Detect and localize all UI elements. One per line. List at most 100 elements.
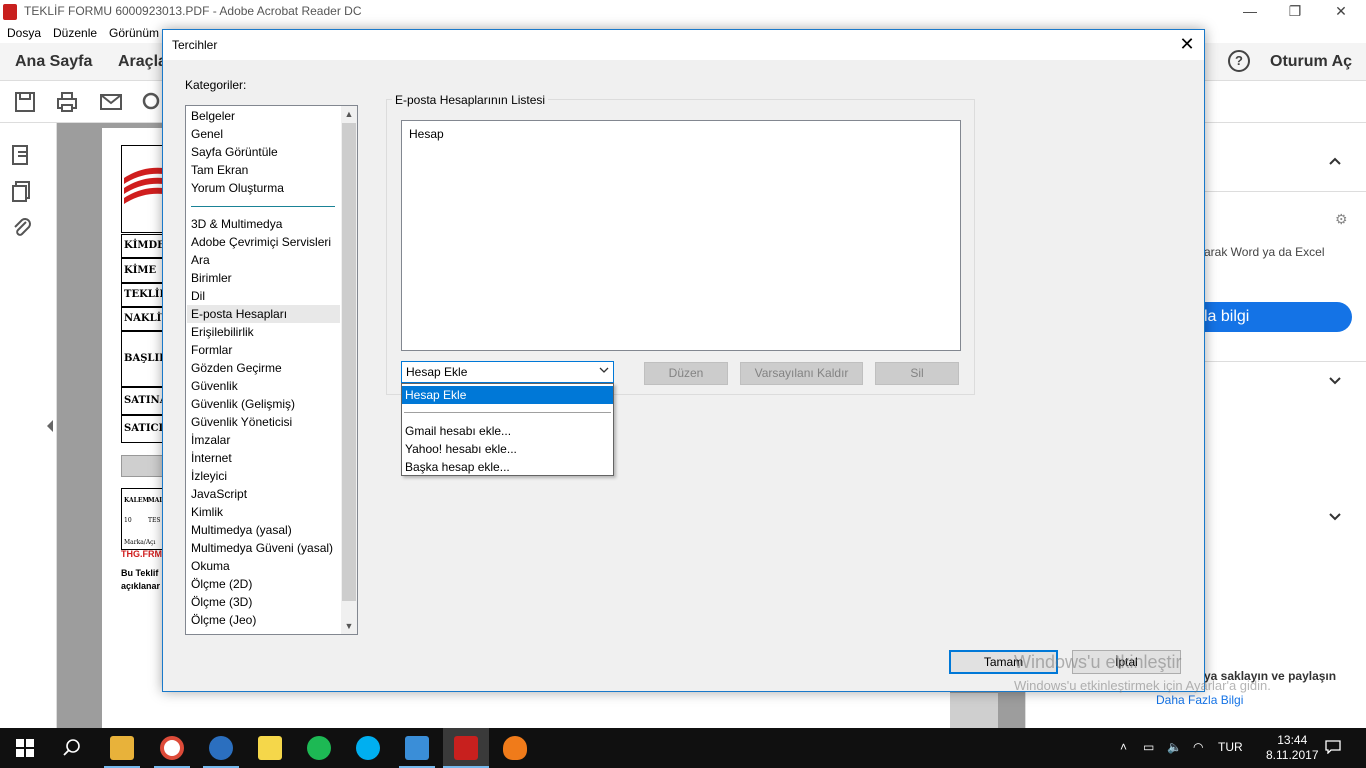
copy-pages-icon[interactable] xyxy=(10,179,34,203)
app-icon[interactable] xyxy=(503,736,527,760)
categories-label: Kategoriler: xyxy=(185,78,247,92)
clock-time: 13:44 xyxy=(1277,733,1308,747)
collapse-rail-icon[interactable] xyxy=(47,420,53,432)
category-item[interactable]: Multimedya Güveni (yasal) xyxy=(187,539,340,557)
dropdown-separator xyxy=(404,412,611,413)
dropdown-item-yahoo[interactable]: Yahoo! hesabı ekle... xyxy=(402,440,613,458)
panel-text: arak Word ya da Excel xyxy=(1204,245,1325,259)
browser-icon[interactable] xyxy=(209,736,233,760)
app-icon[interactable] xyxy=(405,736,429,760)
more-info-link[interactable]: Daha Fazla Bilgi xyxy=(1156,693,1243,707)
doc-footer-code: THG.FRM xyxy=(121,549,162,559)
categories-list[interactable]: Belgeler Genel Sayfa Görüntüle Tam Ekran… xyxy=(185,105,358,635)
chrome-icon[interactable] xyxy=(160,736,184,760)
scrollbar-thumb[interactable] xyxy=(342,123,356,601)
category-item[interactable]: Sayfa Görüntüle xyxy=(187,143,340,161)
activation-watermark-title: Windows'u etkinleştir xyxy=(1014,652,1182,672)
doc-table: KALEM MALZ 10 TES Marka/Açı xyxy=(121,488,168,550)
category-separator xyxy=(191,206,335,207)
close-window-button[interactable]: ✕ xyxy=(1318,0,1364,23)
category-item[interactable]: Tam Ekran xyxy=(187,161,340,179)
help-icon[interactable]: ? xyxy=(1228,50,1250,72)
category-item[interactable]: İmzalar xyxy=(187,431,340,449)
category-item[interactable]: Birimler xyxy=(187,269,340,287)
category-item[interactable]: Erişilebilirlik xyxy=(187,323,340,341)
spotify-icon[interactable] xyxy=(307,736,331,760)
accounts-list[interactable]: Hesap xyxy=(401,120,961,351)
search-icon[interactable] xyxy=(141,91,163,113)
category-item[interactable]: 3D & Multimedya xyxy=(187,215,340,233)
category-item[interactable]: Yorum Oluşturma xyxy=(187,179,340,197)
doc-scrollbar[interactable] xyxy=(950,693,998,728)
category-item[interactable]: Ara xyxy=(187,251,340,269)
email-accounts-group-label: E-posta Hesaplarının Listesi xyxy=(392,93,549,107)
category-item[interactable]: İzleyici xyxy=(187,467,340,485)
chevron-down-icon[interactable] xyxy=(1328,373,1342,389)
skype-icon[interactable] xyxy=(356,736,380,760)
windows-start-icon[interactable] xyxy=(13,736,37,760)
category-item[interactable]: Ölçme (Jeo) xyxy=(187,611,340,629)
menu-file[interactable]: Dosya xyxy=(7,26,41,40)
activation-watermark-text: Windows'u etkinleştirmek için Ayarlar'a … xyxy=(1014,678,1271,693)
mail-icon[interactable] xyxy=(99,91,122,113)
sign-in-button[interactable]: Oturum Aç xyxy=(1270,53,1352,71)
category-item[interactable]: Genel xyxy=(187,125,340,143)
add-account-dropdown: Hesap Ekle Gmail hesabı ekle... Yahoo! h… xyxy=(401,383,614,476)
doc-cell: TES xyxy=(148,517,161,524)
category-item[interactable]: Belgeler xyxy=(187,107,340,125)
language-indicator[interactable]: TUR xyxy=(1218,740,1243,754)
tools-tab[interactable]: Araçla xyxy=(118,53,167,71)
file-explorer-icon[interactable] xyxy=(110,736,134,760)
dropdown-item-other[interactable]: Başka hesap ekle... xyxy=(402,458,613,476)
delete-button[interactable]: Sil xyxy=(875,362,959,385)
menu-view[interactable]: Görünüm xyxy=(109,26,159,40)
category-item[interactable]: İnternet xyxy=(187,449,340,467)
add-account-combobox[interactable]: Hesap Ekle xyxy=(401,361,614,383)
restore-button[interactable]: ❐ xyxy=(1272,0,1318,23)
category-item[interactable]: Ölçme (3D) xyxy=(187,593,340,611)
category-item-selected[interactable]: E-posta Hesapları xyxy=(187,305,340,323)
save-icon[interactable] xyxy=(14,91,36,113)
category-item[interactable]: JavaScript xyxy=(187,485,340,503)
category-item[interactable]: Güvenlik (Gelişmiş) xyxy=(187,395,340,413)
chevron-up-icon[interactable] xyxy=(1328,153,1342,169)
home-tab[interactable]: Ana Sayfa xyxy=(15,53,92,71)
scroll-up-icon[interactable]: ▲ xyxy=(341,106,357,122)
pages-icon[interactable] xyxy=(10,143,34,167)
category-item[interactable]: Kimlik xyxy=(187,503,340,521)
clock[interactable]: 13:44 8.11.2017 xyxy=(1266,733,1319,763)
menu-edit[interactable]: Düzenle xyxy=(53,26,97,40)
dropdown-item-add-account[interactable]: Hesap Ekle xyxy=(402,386,613,404)
battery-icon[interactable]: ▭ xyxy=(1143,740,1154,754)
print-icon[interactable] xyxy=(56,91,78,113)
category-item[interactable]: Adobe Çevrimiçi Servisleri xyxy=(187,233,340,251)
attachment-icon[interactable] xyxy=(10,216,34,240)
show-hidden-icons[interactable]: ˄ xyxy=(1120,740,1127,754)
search-icon[interactable] xyxy=(60,736,84,760)
sticky-notes-icon[interactable] xyxy=(258,736,282,760)
categories-scrollbar[interactable]: ▲ ▼ xyxy=(341,106,357,634)
category-item[interactable]: Okuma xyxy=(187,557,340,575)
category-item[interactable]: Güvenlik Yöneticisi xyxy=(187,413,340,431)
window-title: TEKLİF FORMU 6000923013.PDF - Adobe Acro… xyxy=(24,4,362,18)
chevron-down-icon[interactable] xyxy=(1328,509,1342,525)
dropdown-item-gmail[interactable]: Gmail hesabı ekle... xyxy=(402,422,613,440)
network-icon[interactable]: ◠ xyxy=(1193,740,1203,754)
dialog-titlebar: Tercihler ✕ xyxy=(163,30,1204,60)
category-item[interactable]: Multimedya (yasal) xyxy=(187,521,340,539)
edit-button[interactable]: Düzen xyxy=(644,362,728,385)
minimize-button[interactable]: — xyxy=(1227,0,1273,23)
combobox-value: Hesap Ekle xyxy=(406,365,468,379)
notifications-icon[interactable] xyxy=(1325,740,1341,757)
dialog-close-button[interactable]: ✕ xyxy=(1176,34,1198,56)
category-item[interactable]: Ölçme (2D) xyxy=(187,575,340,593)
chevron-down-icon[interactable] xyxy=(595,362,613,382)
scroll-down-icon[interactable]: ▼ xyxy=(341,618,357,634)
remove-default-button[interactable]: Varsayılanı Kaldır xyxy=(740,362,863,385)
category-item[interactable]: Dil xyxy=(187,287,340,305)
category-item[interactable]: Gözden Geçirme xyxy=(187,359,340,377)
volume-icon[interactable]: 🔈 xyxy=(1167,740,1182,754)
acrobat-taskbar-active[interactable] xyxy=(443,728,489,768)
category-item[interactable]: Güvenlik xyxy=(187,377,340,395)
category-item[interactable]: Formlar xyxy=(187,341,340,359)
